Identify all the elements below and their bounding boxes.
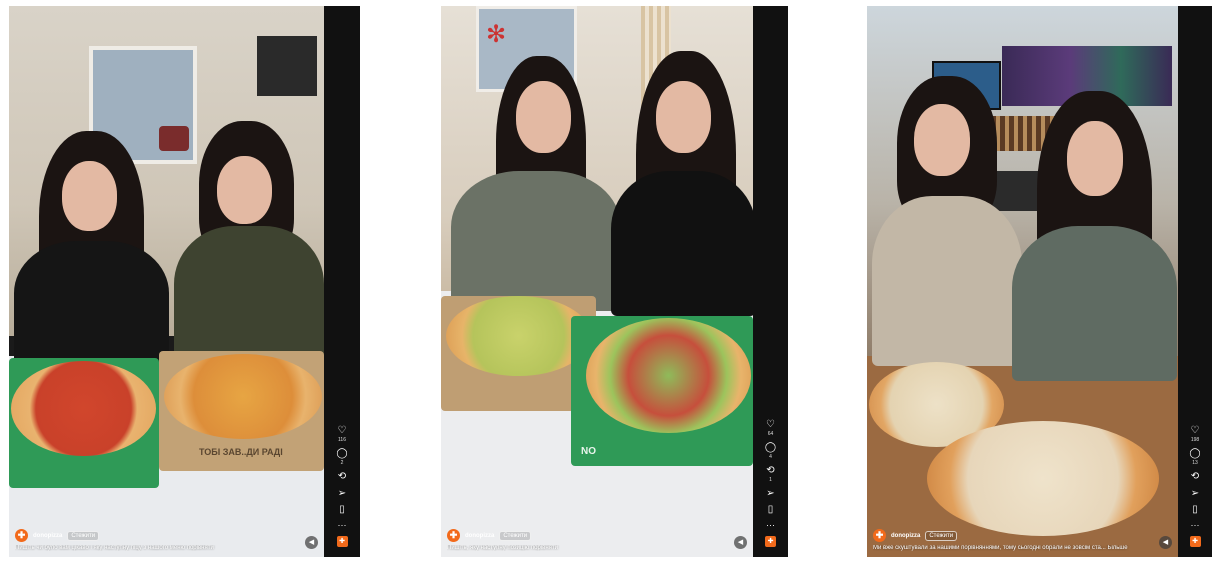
like-count: 116 xyxy=(338,437,346,443)
repost-button[interactable]: ⟲ 1 xyxy=(766,465,775,484)
comment-count: 2 xyxy=(340,460,344,466)
audio-icon[interactable]: ✚ xyxy=(336,536,348,547)
more-icon[interactable]: ··· xyxy=(338,520,347,530)
mute-icon[interactable]: ◀ xyxy=(734,536,747,549)
follow-button[interactable]: Стежити xyxy=(925,530,958,541)
more-icon[interactable]: ··· xyxy=(1191,520,1200,530)
video-frame-2[interactable]: ✻ NO ✚ donopizza Стежити Пишіть, яку нас… xyxy=(441,6,753,557)
caption[interactable]: Ми вже скуштували за нашими порівняннями… xyxy=(873,545,1153,551)
account-avatar[interactable]: ✚ xyxy=(873,529,886,542)
send-icon: ➢ xyxy=(1190,488,1200,499)
reel-card-3[interactable]: ✚ donopizza Стежити Ми вже скуштували за… xyxy=(867,6,1212,557)
account-avatar[interactable]: ✚ xyxy=(447,529,460,542)
comment-icon: ◯ xyxy=(1189,448,1201,459)
repost-button[interactable]: ⟲ xyxy=(1191,472,1199,483)
audio-icon[interactable]: ✚ xyxy=(765,536,776,547)
person-right xyxy=(1012,91,1177,381)
video-frame-1[interactable]: ТОБІ ЗАВ..ДИ РАДІ ✚ donopizza Стежити Пи… xyxy=(9,6,324,557)
send-icon: ➢ xyxy=(337,488,347,499)
pizza xyxy=(446,296,591,376)
account-name[interactable]: donopizza xyxy=(465,533,494,539)
heart-icon: ♡ xyxy=(766,419,775,430)
person-left xyxy=(14,131,169,371)
bookmark-icon: ▯ xyxy=(1192,504,1198,515)
person-left xyxy=(872,76,1022,366)
post-info: ✚ donopizza Стежити Пишіть чи було вам ц… xyxy=(15,529,318,551)
box-text: NO xyxy=(581,446,596,457)
account-avatar[interactable]: ✚ xyxy=(15,529,28,542)
person-left xyxy=(451,56,621,311)
comment-icon: ◯ xyxy=(336,448,348,459)
share-button[interactable]: ➢ xyxy=(338,489,346,499)
pizza xyxy=(586,318,751,433)
save-button[interactable]: ▯ xyxy=(1192,505,1198,515)
like-button[interactable]: ♡ 198 xyxy=(1190,425,1200,444)
follow-button[interactable]: Стежити xyxy=(499,530,532,541)
comment-icon: ◯ xyxy=(764,442,777,453)
repost-button[interactable]: ⟲ xyxy=(338,472,346,483)
send-icon: ➢ xyxy=(766,488,775,499)
video-frame-3[interactable]: ✚ donopizza Стежити Ми вже скуштували за… xyxy=(867,6,1178,557)
account-name[interactable]: donopizza xyxy=(891,533,920,539)
pizza xyxy=(164,354,322,439)
save-button[interactable]: ▯ xyxy=(768,505,774,515)
action-rail: ♡ 198 ◯ 13 ⟲ ➢ ▯ ··· ✚ xyxy=(1178,6,1212,557)
heart-icon: ♡ xyxy=(1190,425,1200,436)
like-button[interactable]: ♡ 116 xyxy=(337,425,347,444)
pizza xyxy=(927,421,1159,536)
repost-icon: ⟲ xyxy=(766,465,775,476)
reel-card-1[interactable]: ТОБІ ЗАВ..ДИ РАДІ ✚ donopizza Стежити Пи… xyxy=(9,6,360,557)
post-info: ✚ donopizza Стежити Пишіть, яку наступну… xyxy=(447,529,747,551)
heart-icon: ♡ xyxy=(337,425,347,436)
caption[interactable]: Пишіть чи було вам цікаво і яку наступну… xyxy=(15,545,300,551)
more-icon[interactable]: ··· xyxy=(766,520,775,530)
comment-button[interactable]: ◯ 4 xyxy=(764,442,777,461)
share-button[interactable]: ➢ xyxy=(766,489,774,499)
post-info: ✚ donopizza Стежити Ми вже скуштували за… xyxy=(873,529,1172,551)
box-text: ТОБІ ЗАВ..ДИ РАДІ xyxy=(199,447,283,457)
action-rail: ♡ 116 ◯ 2 ⟲ ➢ ▯ ··· ✚ xyxy=(324,6,360,557)
comment-count: 4 xyxy=(769,454,772,460)
bookmark-icon: ▯ xyxy=(767,504,774,515)
repost-count: 1 xyxy=(769,477,772,483)
share-button[interactable]: ➢ xyxy=(1191,489,1199,499)
person-right xyxy=(611,51,753,316)
bookmark-icon: ▯ xyxy=(339,504,345,515)
reel-card-2[interactable]: ✻ NO ✚ donopizza Стежити Пишіть, яку нас… xyxy=(441,6,788,557)
person-right xyxy=(169,121,324,371)
mute-icon[interactable]: ◀ xyxy=(1159,536,1172,549)
repost-icon: ⟲ xyxy=(1190,471,1200,482)
pizza xyxy=(11,361,156,456)
save-button[interactable]: ▯ xyxy=(339,505,345,515)
like-button[interactable]: ♡ 64 xyxy=(766,419,775,438)
follow-button[interactable]: Стежити xyxy=(67,530,100,541)
repost-icon: ⟲ xyxy=(337,471,347,482)
comment-button[interactable]: ◯ 13 xyxy=(1189,448,1201,467)
like-count: 198 xyxy=(1190,437,1200,443)
action-rail: ♡ 64 ◯ 4 ⟲ 1 ➢ ▯ ··· ✚ xyxy=(753,6,788,557)
account-name[interactable]: donopizza xyxy=(33,533,62,539)
mute-icon[interactable]: ◀ xyxy=(305,536,318,549)
comment-button[interactable]: ◯ 2 xyxy=(336,448,348,467)
audio-icon[interactable]: ✚ xyxy=(1189,536,1201,547)
like-count: 64 xyxy=(767,431,774,437)
comment-count: 13 xyxy=(1192,460,1198,466)
caption[interactable]: Пишіть, яку наступну позицію порівняти xyxy=(447,545,727,551)
